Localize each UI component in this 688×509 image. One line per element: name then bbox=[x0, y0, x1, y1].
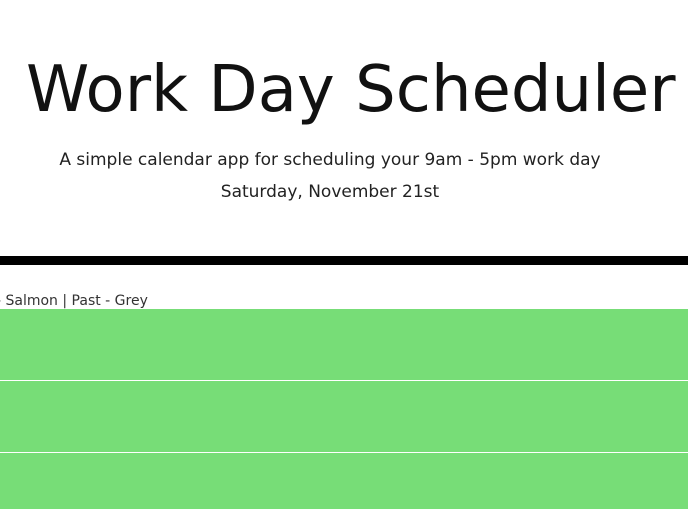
time-block-future[interactable] bbox=[0, 309, 688, 381]
time-block-future[interactable] bbox=[0, 381, 688, 453]
time-block-future[interactable] bbox=[0, 453, 688, 509]
page-title: Work Day Scheduler bbox=[26, 53, 676, 127]
page: Work Day Scheduler A simple calendar app… bbox=[0, 0, 688, 509]
current-date: Saturday, November 21st bbox=[220, 182, 440, 202]
color-legend: - Salmon | Past - Grey bbox=[0, 293, 148, 309]
header: Work Day Scheduler A simple calendar app… bbox=[0, 0, 688, 256]
header-divider bbox=[0, 256, 688, 265]
page-subtitle: A simple calendar app for scheduling you… bbox=[59, 150, 601, 170]
